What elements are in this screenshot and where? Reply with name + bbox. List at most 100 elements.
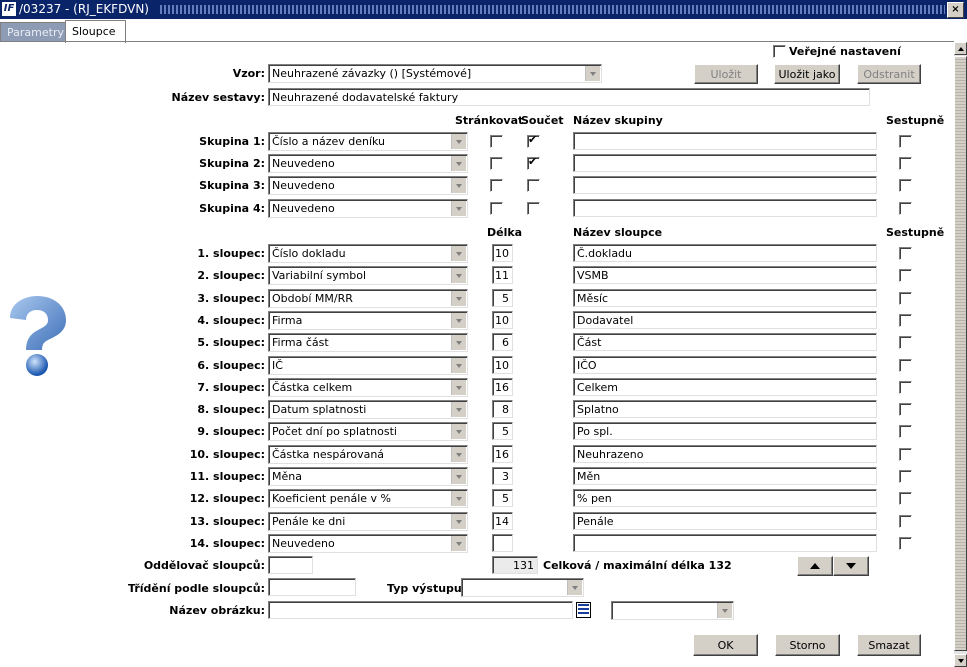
separator-input[interactable] [268,556,313,574]
title-bar[interactable]: IF /03237 - (RJ_EKFDVN) × [0,0,967,19]
group-paging-checkbox[interactable] [490,179,503,192]
column-select[interactable]: Variabilní symbol [268,266,468,285]
column-length-input[interactable]: 14 [492,512,513,530]
public-setting-checkbox[interactable] [773,45,786,58]
column-descending-checkbox[interactable] [899,269,912,282]
column-name-input[interactable]: Měn [573,467,877,485]
column-name-input[interactable]: Č.dokladu [573,244,877,262]
group-sum-checkbox[interactable] [527,202,540,215]
scroll-thumb[interactable] [954,56,967,651]
chevron-down-icon[interactable] [451,313,466,328]
remove-button[interactable]: Odstranit [857,64,921,84]
column-name-input[interactable]: IČO [573,356,877,374]
chevron-down-icon[interactable] [567,580,582,595]
column-length-input[interactable]: 5 [492,489,513,507]
chevron-down-icon[interactable] [717,603,732,618]
column-length-input[interactable]: 5 [492,422,513,440]
group-descending-checkbox[interactable] [899,135,912,148]
chevron-down-icon[interactable] [451,246,466,261]
column-descending-checkbox[interactable] [899,247,912,260]
group-name-input[interactable] [573,132,877,150]
column-descending-checkbox[interactable] [899,314,912,327]
group-paging-checkbox[interactable] [490,157,503,170]
save-button[interactable]: Uložit [694,64,758,84]
question-mark-icon[interactable] [4,296,66,378]
column-descending-checkbox[interactable] [899,492,912,505]
column-name-input[interactable]: Penále [573,512,877,530]
chevron-down-icon[interactable] [451,402,466,417]
column-length-input[interactable] [492,534,513,552]
column-select[interactable]: Měna [268,467,468,486]
column-descending-checkbox[interactable] [899,381,912,394]
image-type-select[interactable] [611,601,734,620]
column-length-input[interactable]: 10 [492,356,513,374]
chevron-down-icon[interactable] [451,268,466,283]
column-select[interactable]: Firma [268,311,468,330]
scroll-down-icon[interactable] [954,654,967,667]
chevron-down-icon[interactable] [451,491,466,506]
scroll-up-icon[interactable] [954,42,967,55]
column-descending-checkbox[interactable] [899,448,912,461]
sorting-input[interactable] [268,578,356,596]
list-icon[interactable] [576,601,592,619]
save-as-button[interactable]: Uložit jako [774,64,840,84]
column-length-input[interactable]: 10 [492,244,513,262]
column-descending-checkbox[interactable] [899,292,912,305]
group-name-input[interactable] [573,154,877,172]
column-name-input[interactable]: Celkem [573,378,877,396]
column-name-input[interactable]: Dodavatel [573,311,877,329]
column-select[interactable]: Částka nespárovaná [268,445,468,464]
output-type-select[interactable] [461,578,584,597]
column-descending-checkbox[interactable] [899,425,912,438]
column-length-input[interactable]: 8 [492,400,513,418]
chevron-down-icon[interactable] [585,66,600,81]
group-descending-checkbox[interactable] [899,179,912,192]
column-descending-checkbox[interactable] [899,359,912,372]
chevron-down-icon[interactable] [451,291,466,306]
ok-button[interactable]: OK [693,634,758,656]
column-length-input[interactable]: 10 [492,311,513,329]
group-sum-checkbox[interactable] [527,133,540,148]
column-select[interactable]: Koeficient penále v % [268,489,468,508]
column-descending-checkbox[interactable] [899,537,912,550]
chevron-down-icon[interactable] [451,358,466,373]
column-name-input[interactable]: Měsíc [573,289,877,307]
chevron-down-icon[interactable] [451,447,466,462]
group-paging-checkbox[interactable] [490,135,503,148]
column-select[interactable]: Počet dní po splatnosti [268,422,468,441]
column-descending-checkbox[interactable] [899,336,912,349]
column-length-input[interactable]: 5 [492,289,513,307]
chevron-down-icon[interactable] [451,514,466,529]
column-name-input[interactable]: VSMB [573,266,877,284]
column-descending-checkbox[interactable] [899,470,912,483]
template-select[interactable]: Neuhrazené závazky () [Systémové] [268,64,602,83]
column-select[interactable]: Částka celkem [268,378,468,397]
group-select[interactable]: Neuvedeno [268,199,468,218]
close-button[interactable]: × [947,2,964,18]
report-name-input[interactable]: Neuhrazené dodavatelské faktury [268,88,870,106]
column-length-input[interactable]: 3 [492,467,513,485]
group-select[interactable]: Neuvedeno [268,176,468,195]
column-name-input[interactable]: Splatno [573,400,877,418]
column-descending-checkbox[interactable] [899,403,912,416]
column-length-input[interactable]: 16 [492,445,513,463]
group-name-input[interactable] [573,199,877,217]
group-name-input[interactable] [573,176,877,194]
image-name-input[interactable] [268,601,573,619]
chevron-down-icon[interactable] [451,201,466,216]
group-descending-checkbox[interactable] [899,202,912,215]
chevron-down-icon[interactable] [451,156,466,171]
chevron-down-icon[interactable] [451,380,466,395]
column-select[interactable]: Neuvedeno [268,534,468,553]
column-name-input[interactable]: Neuhrazeno [573,445,877,463]
move-down-button[interactable] [833,556,869,576]
column-select[interactable]: Penále ke dni [268,512,468,531]
group-select[interactable]: Číslo a název deníku [268,132,468,151]
column-length-input[interactable]: 6 [492,333,513,351]
column-descending-checkbox[interactable] [899,515,912,528]
column-name-input[interactable]: Po spl. [573,422,877,440]
chevron-down-icon[interactable] [451,424,466,439]
delete-button[interactable]: Smazat [857,634,921,656]
group-select[interactable]: Neuvedeno [268,154,468,173]
column-select[interactable]: Číslo dokladu [268,244,468,263]
